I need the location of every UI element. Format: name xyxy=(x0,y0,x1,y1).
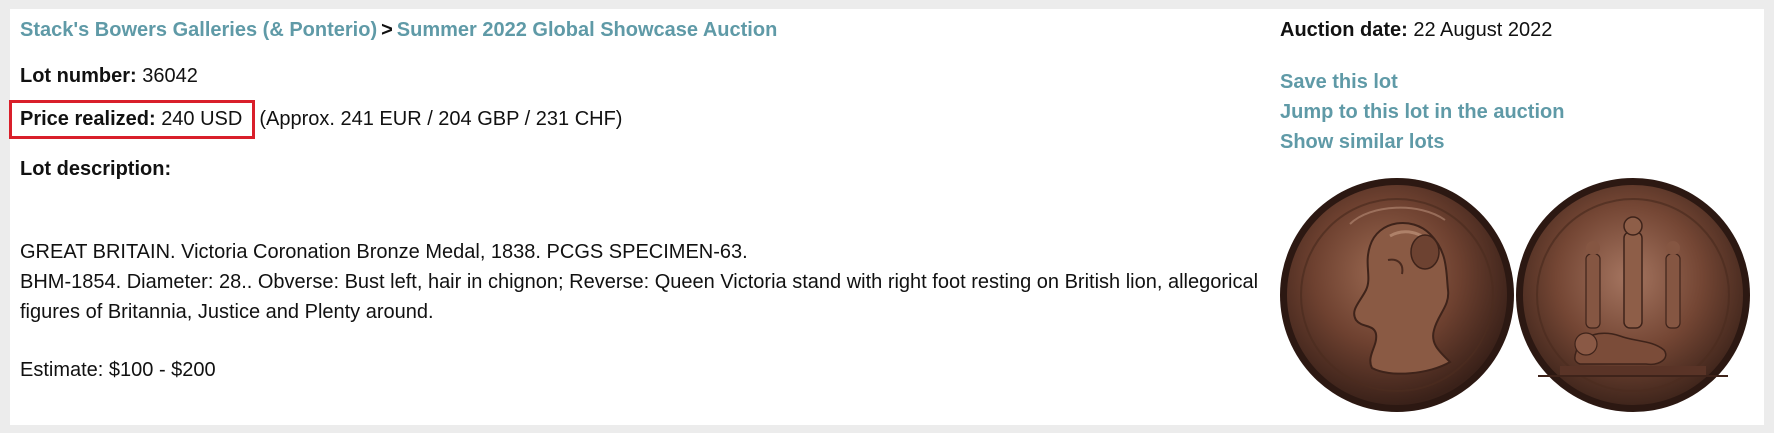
auction-date-value: 22 August 2022 xyxy=(1413,19,1553,41)
lot-number-row: Lot number: 36042 xyxy=(20,65,198,88)
breadcrumb-separator: > xyxy=(381,19,393,41)
lot-page: Stack's Bowers Galleries (& Ponterio) > Su… xyxy=(9,9,1764,425)
price-realized-label: Price realized: xyxy=(20,108,156,130)
save-lot-link[interactable]: Save this lot xyxy=(1280,67,1564,97)
auction-date-label: Auction date: xyxy=(1280,19,1408,41)
lot-description-line: GREAT BRITAIN. Victoria Coronation Bronz… xyxy=(20,241,748,263)
lot-description-label: Lot description: xyxy=(20,158,172,180)
lot-description-line: BHM-1854. Diameter: 28.. Obverse: Bust l… xyxy=(20,271,1259,323)
breadcrumb-auction-house-link[interactable]: Stack's Bowers Galleries (& Ponterio) xyxy=(20,19,377,41)
price-realized-value: 240 USD xyxy=(161,108,243,130)
price-realized-box: Price realized: 240 USD xyxy=(9,100,256,139)
medal-reverse xyxy=(1516,178,1750,412)
price-row: Price realized: 240 USD (Approx. 241 EUR… xyxy=(9,100,623,139)
lot-description: GREAT BRITAIN. Victoria Coronation Bronz… xyxy=(20,237,1265,327)
coin-image[interactable] xyxy=(1280,174,1750,420)
price-approx-conversion: (Approx. 241 EUR / 204 GBP / 231 CHF) xyxy=(259,108,623,130)
lot-estimate: Estimate: $100 - $200 xyxy=(20,359,216,381)
lot-number-label: Lot number: xyxy=(20,65,137,87)
jump-to-lot-link[interactable]: Jump to this lot in the auction xyxy=(1280,97,1564,127)
lot-description-heading-row: Lot description: xyxy=(20,158,171,181)
medal-obverse xyxy=(1280,178,1514,412)
show-similar-lots-link[interactable]: Show similar lots xyxy=(1280,127,1564,157)
auction-date: Auction date: 22 August 2022 xyxy=(1280,19,1552,42)
lot-number-value: 36042 xyxy=(142,65,198,87)
breadcrumb: Stack's Bowers Galleries (& Ponterio) > Su… xyxy=(20,19,777,42)
lot-actions: Save this lot Jump to this lot in the au… xyxy=(1280,67,1564,157)
breadcrumb-auction-link[interactable]: Summer 2022 Global Showcase Auction xyxy=(397,19,778,41)
